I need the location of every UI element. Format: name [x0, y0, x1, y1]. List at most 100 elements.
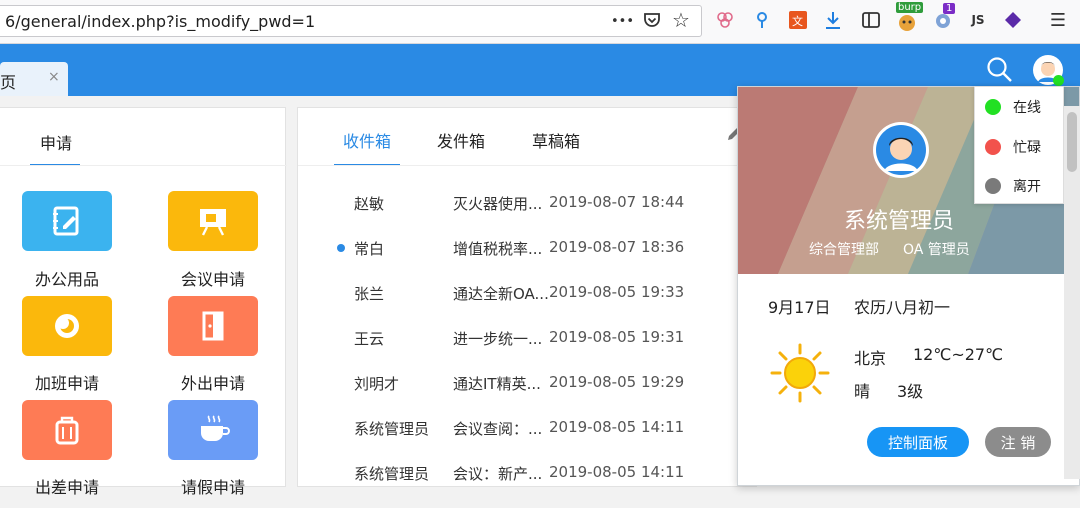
scrollbar-thumb[interactable] — [1067, 112, 1077, 172]
app-label: 请假申请 — [180, 478, 245, 497]
status-dot — [985, 139, 1001, 155]
application-panel: 申请 办公用品 会议申请 加班申请 外出申请 出差申请 请假申请 — [0, 107, 287, 497]
mail-subject: 通达IT精英... — [453, 375, 541, 393]
translate-extension-icon[interactable]: 文 — [786, 8, 810, 32]
profile-name: 系统管理员 — [843, 209, 954, 234]
reader-view-icon[interactable] — [859, 8, 883, 32]
mail-sender: 常白 — [354, 240, 385, 258]
pocket-icon[interactable] — [642, 10, 662, 34]
door-exit-icon — [202, 311, 224, 341]
app-label: 办公用品 — [34, 270, 99, 289]
profile-role: OA 管理员 — [903, 242, 970, 258]
bookmark-star-icon[interactable]: ☆ — [672, 8, 690, 32]
app-meeting-request[interactable] — [168, 191, 258, 251]
app-business-trip[interactable] — [22, 400, 112, 460]
page-actions-button[interactable]: ••• — [611, 14, 634, 29]
mail-subject: 增值税税率... — [453, 240, 543, 258]
js-extension-icon[interactable]: JS — [966, 8, 990, 32]
tab-label: 页 — [0, 73, 17, 92]
mail-row[interactable]: 系统管理员 会议：新产... 2019-08-05 14:11 — [298, 463, 758, 508]
status-online[interactable]: 在线 — [975, 87, 1065, 127]
app-office-supplies[interactable] — [22, 191, 112, 251]
user-avatar[interactable] — [1032, 54, 1064, 90]
status-away[interactable]: 离开 — [975, 166, 1065, 206]
mail-row[interactable]: 王云 进一步统一... 2019-08-05 19:31 — [298, 328, 758, 373]
tab-home[interactable]: 页 × — [0, 62, 68, 96]
mail-panel: 收件箱 发件箱 草稿箱 赵敏 灭火器使用... 2019-08-07 18:44… — [297, 107, 758, 487]
app-overtime-request[interactable] — [22, 296, 112, 356]
url-text[interactable]: 6/general/index.php?is_modify_pwd=1 — [5, 12, 315, 31]
profile-avatar — [872, 121, 930, 183]
download-icon[interactable] — [821, 8, 845, 32]
lunar-date: 农历八月初一 — [854, 298, 951, 317]
mail-sender: 系统管理员 — [354, 420, 430, 438]
logout-button[interactable]: 注 销 — [985, 427, 1051, 457]
scrollbar[interactable] — [1064, 106, 1080, 479]
flower-extension-icon[interactable] — [713, 8, 737, 32]
status-busy[interactable]: 忙碌 — [975, 127, 1065, 167]
mail-subject: 灭火器使用... — [453, 195, 543, 213]
extension-count-badge: 1 — [943, 3, 956, 14]
mail-subject: 进一步统一... — [453, 330, 543, 348]
status-dot — [985, 99, 1001, 115]
status-label: 在线 — [1013, 100, 1041, 116]
today-date: 9月17日 — [768, 298, 831, 317]
svg-text:文: 文 — [792, 14, 803, 28]
tab-drafts[interactable]: 草稿箱 — [532, 128, 580, 152]
app-label: 外出申请 — [180, 374, 245, 393]
mail-time: 2019-08-05 19:31 — [549, 328, 685, 346]
app-outing-request[interactable] — [168, 296, 258, 356]
weather-condition: 晴 — [854, 382, 871, 401]
mail-time: 2019-08-05 19:33 — [549, 283, 685, 301]
status-menu: 在线 忙碌 离开 — [974, 86, 1064, 204]
status-dot — [985, 178, 1001, 194]
mail-subject: 会议：新产... — [453, 465, 543, 483]
app-label: 会议申请 — [180, 270, 245, 289]
mail-subject: 会议查阅：... — [453, 420, 543, 438]
mail-time: 2019-08-05 19:29 — [549, 373, 685, 391]
unread-dot — [337, 244, 345, 252]
divider — [298, 165, 758, 166]
sun-weather-icon — [768, 343, 832, 407]
mail-time: 2019-08-05 14:11 — [549, 418, 685, 436]
meeting-board-icon — [200, 209, 226, 236]
mail-sender: 赵敏 — [354, 195, 385, 213]
location-pin-icon[interactable] — [750, 8, 774, 32]
mail-row[interactable]: 刘明才 通达IT精英... 2019-08-05 19:29 — [298, 373, 758, 418]
burp-badge: burp — [896, 2, 924, 13]
app-label: 出差申请 — [34, 478, 99, 497]
coffee-cup-icon — [201, 415, 230, 441]
browser-menu-button[interactable]: ☰ — [1046, 8, 1070, 32]
mail-row[interactable]: 常白 增值税税率... 2019-08-07 18:36 — [298, 238, 758, 283]
overtime-moon-icon — [55, 314, 79, 338]
burp-extension-icon[interactable]: burp — [895, 2, 924, 32]
tab-sent[interactable]: 发件箱 — [437, 128, 485, 152]
mail-sender: 王云 — [354, 330, 385, 348]
mail-sender: 刘明才 — [354, 375, 400, 393]
tab-application[interactable]: 申请 — [40, 130, 72, 154]
status-label: 离开 — [1013, 179, 1041, 195]
diamond-extension-icon[interactable] — [1001, 8, 1025, 32]
office-supplies-icon — [53, 206, 79, 236]
mail-sender: 系统管理员 — [354, 465, 430, 483]
tab-close-icon[interactable]: × — [48, 69, 60, 85]
divider — [0, 165, 287, 166]
search-icon[interactable] — [986, 56, 1014, 88]
mail-subject: 通达全新OA... — [453, 285, 548, 303]
address-bar[interactable]: 6/general/index.php?is_modify_pwd=1 ••• … — [0, 5, 702, 37]
luggage-icon — [55, 416, 79, 445]
globe-extension-icon[interactable]: 1 — [931, 3, 956, 32]
mail-row[interactable]: 系统管理员 会议查阅：... 2019-08-05 14:11 — [298, 418, 758, 463]
control-panel-button[interactable]: 控制面板 — [867, 427, 969, 457]
tab-inbox[interactable]: 收件箱 — [343, 128, 391, 152]
mail-time: 2019-08-05 14:11 — [549, 463, 685, 481]
mail-row[interactable]: 张兰 通达全新OA... 2019-08-05 19:33 — [298, 283, 758, 328]
browser-toolbar: 6/general/index.php?is_modify_pwd=1 ••• … — [0, 0, 1080, 44]
mail-row[interactable]: 赵敏 灭火器使用... 2019-08-07 18:44 — [298, 193, 758, 238]
profile-department: 综合管理部 — [809, 242, 879, 258]
weather-temperature: 12℃~27℃ — [913, 345, 1004, 364]
weather-city: 北京 — [854, 349, 887, 368]
online-status-dot — [1053, 75, 1064, 86]
app-leave-request[interactable] — [168, 400, 258, 460]
weather-wind: 3级 — [897, 382, 924, 401]
